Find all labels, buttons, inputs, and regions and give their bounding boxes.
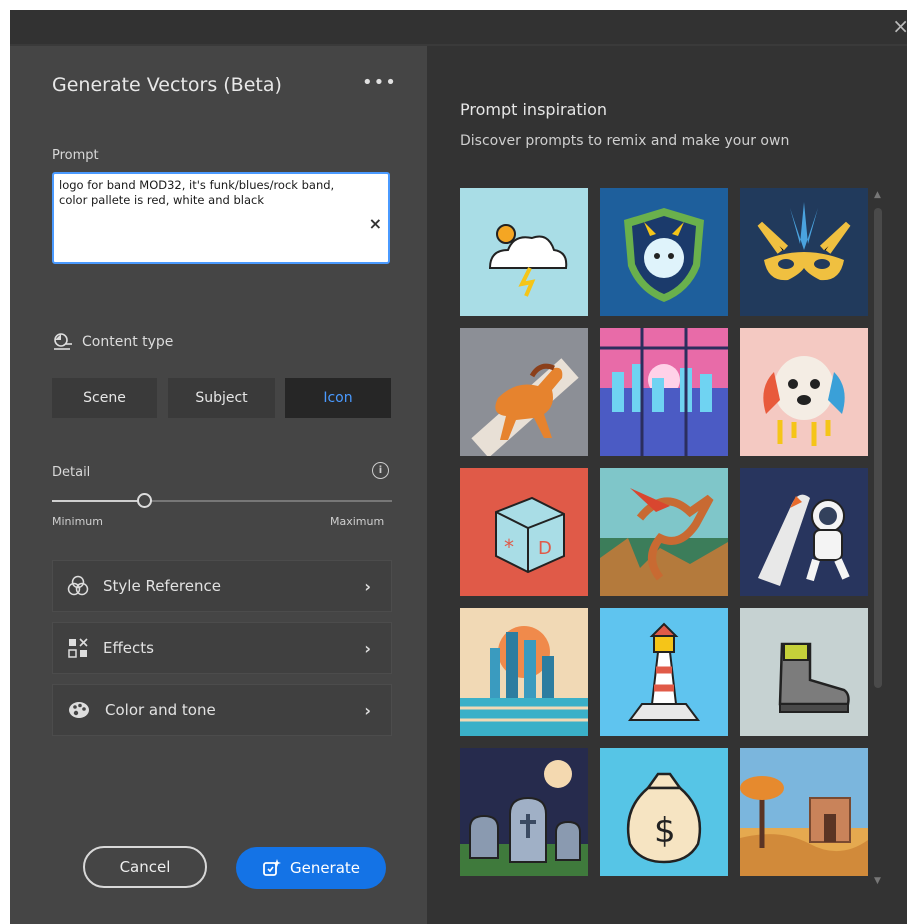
weather-cloud-image	[488, 224, 568, 297]
futuristic-city-image	[460, 626, 588, 736]
desert-temple-image	[740, 776, 868, 876]
svg-text:*: *	[504, 535, 514, 559]
color-and-tone-section[interactable]: Color and tone ›	[52, 684, 392, 736]
money-bag-image: $	[626, 772, 702, 864]
title-bar: ×	[10, 10, 907, 46]
inspiration-tile-graveyard-moon[interactable]	[460, 748, 588, 876]
chevron-right-icon: ›	[364, 638, 371, 658]
detail-label: Detail	[52, 465, 91, 480]
effects-section[interactable]: Effects ›	[52, 622, 392, 674]
prompt-text[interactable]: logo for band MOD32, it's funk/blues/roc…	[59, 178, 359, 208]
panel-title: Generate Vectors (Beta)	[52, 74, 282, 96]
content-type-subject[interactable]: Subject	[168, 378, 275, 418]
chevron-right-icon: ›	[364, 700, 371, 720]
detail-min-label: Minimum	[52, 515, 103, 528]
prompt-input[interactable]: logo for band MOD32, it's funk/blues/roc…	[52, 172, 390, 264]
clear-prompt-icon[interactable]: ×	[369, 214, 382, 233]
inspiration-tile-carnival-mask[interactable]	[740, 188, 868, 316]
style-reference-section[interactable]: Style Reference ›	[52, 560, 392, 612]
content-type-scene[interactable]: Scene	[52, 378, 157, 418]
style-reference-icon	[67, 575, 89, 597]
inspiration-title: Prompt inspiration	[460, 100, 608, 119]
detail-slider-thumb[interactable]	[136, 493, 152, 508]
effects-label: Effects	[103, 639, 154, 657]
running-horse-image	[471, 358, 579, 456]
style-reference-label: Style Reference	[103, 577, 221, 595]
scroll-down-icon[interactable]: ▼	[874, 876, 881, 886]
inspiration-tile-hiking-boot[interactable]	[740, 608, 868, 736]
dragon-shield-image	[624, 208, 704, 302]
inspiration-tile-fantasy-dragon[interactable]	[600, 468, 728, 596]
inspiration-tile-weather-cloud[interactable]	[460, 188, 588, 316]
scroll-up-icon[interactable]: ▲	[874, 190, 881, 200]
prompt-label: Prompt	[52, 148, 99, 163]
rainbow-dog-image	[763, 356, 845, 446]
inspiration-tile-toy-block[interactable]: * D	[460, 468, 588, 596]
hiking-boot-image	[778, 642, 850, 713]
inspiration-subtitle: Discover prompts to remix and make your …	[460, 133, 790, 149]
generate-icon	[263, 859, 281, 876]
inspiration-tile-rainbow-dog[interactable]	[740, 328, 868, 456]
effects-icon	[67, 637, 89, 659]
cancel-button[interactable]: Cancel	[83, 846, 207, 888]
color-and-tone-label: Color and tone	[105, 701, 216, 719]
content-type-label: Content type	[82, 334, 174, 350]
palette-icon	[67, 699, 91, 721]
detail-max-label: Maximum	[330, 515, 385, 528]
graveyard-moon-image	[460, 760, 588, 876]
content-type-icon	[54, 333, 72, 350]
info-icon[interactable]: i	[372, 462, 389, 479]
inspiration-tile-running-horse[interactable]	[460, 328, 588, 456]
scrollbar-thumb[interactable]	[874, 208, 882, 688]
lighthouse-image	[628, 622, 700, 721]
svg-text:D: D	[538, 538, 552, 559]
inspiration-tile-dragon-shield[interactable]	[600, 188, 728, 316]
generate-button[interactable]: Generate	[236, 847, 386, 889]
carnival-mask-image	[757, 202, 851, 281]
detail-slider-fill	[52, 500, 144, 502]
more-options-icon[interactable]: •••	[362, 72, 397, 93]
svg-text:$: $	[654, 811, 676, 851]
astronaut-rocket-image	[758, 494, 850, 586]
city-window-image	[600, 328, 728, 456]
content-type-icon-option[interactable]: Icon	[285, 378, 391, 418]
inspiration-tile-city-window[interactable]	[600, 328, 728, 456]
generate-label: Generate	[289, 859, 361, 877]
generate-vectors-dialog: × Generate Vectors (Beta) ••• Prompt log…	[10, 10, 907, 924]
chevron-right-icon: ›	[364, 576, 371, 596]
inspiration-tile-lighthouse[interactable]	[600, 608, 728, 736]
inspiration-tile-futuristic-city[interactable]	[460, 608, 588, 736]
toy-block-image: * D	[495, 496, 565, 574]
fantasy-dragon-image	[600, 488, 728, 596]
inspiration-tile-astronaut-rocket[interactable]	[740, 468, 868, 596]
content-type-header: Content type	[52, 332, 173, 352]
inspiration-tile-money-bag[interactable]: $	[600, 748, 728, 876]
inspiration-tile-desert-temple[interactable]	[740, 748, 868, 876]
close-icon[interactable]: ×	[892, 14, 907, 38]
